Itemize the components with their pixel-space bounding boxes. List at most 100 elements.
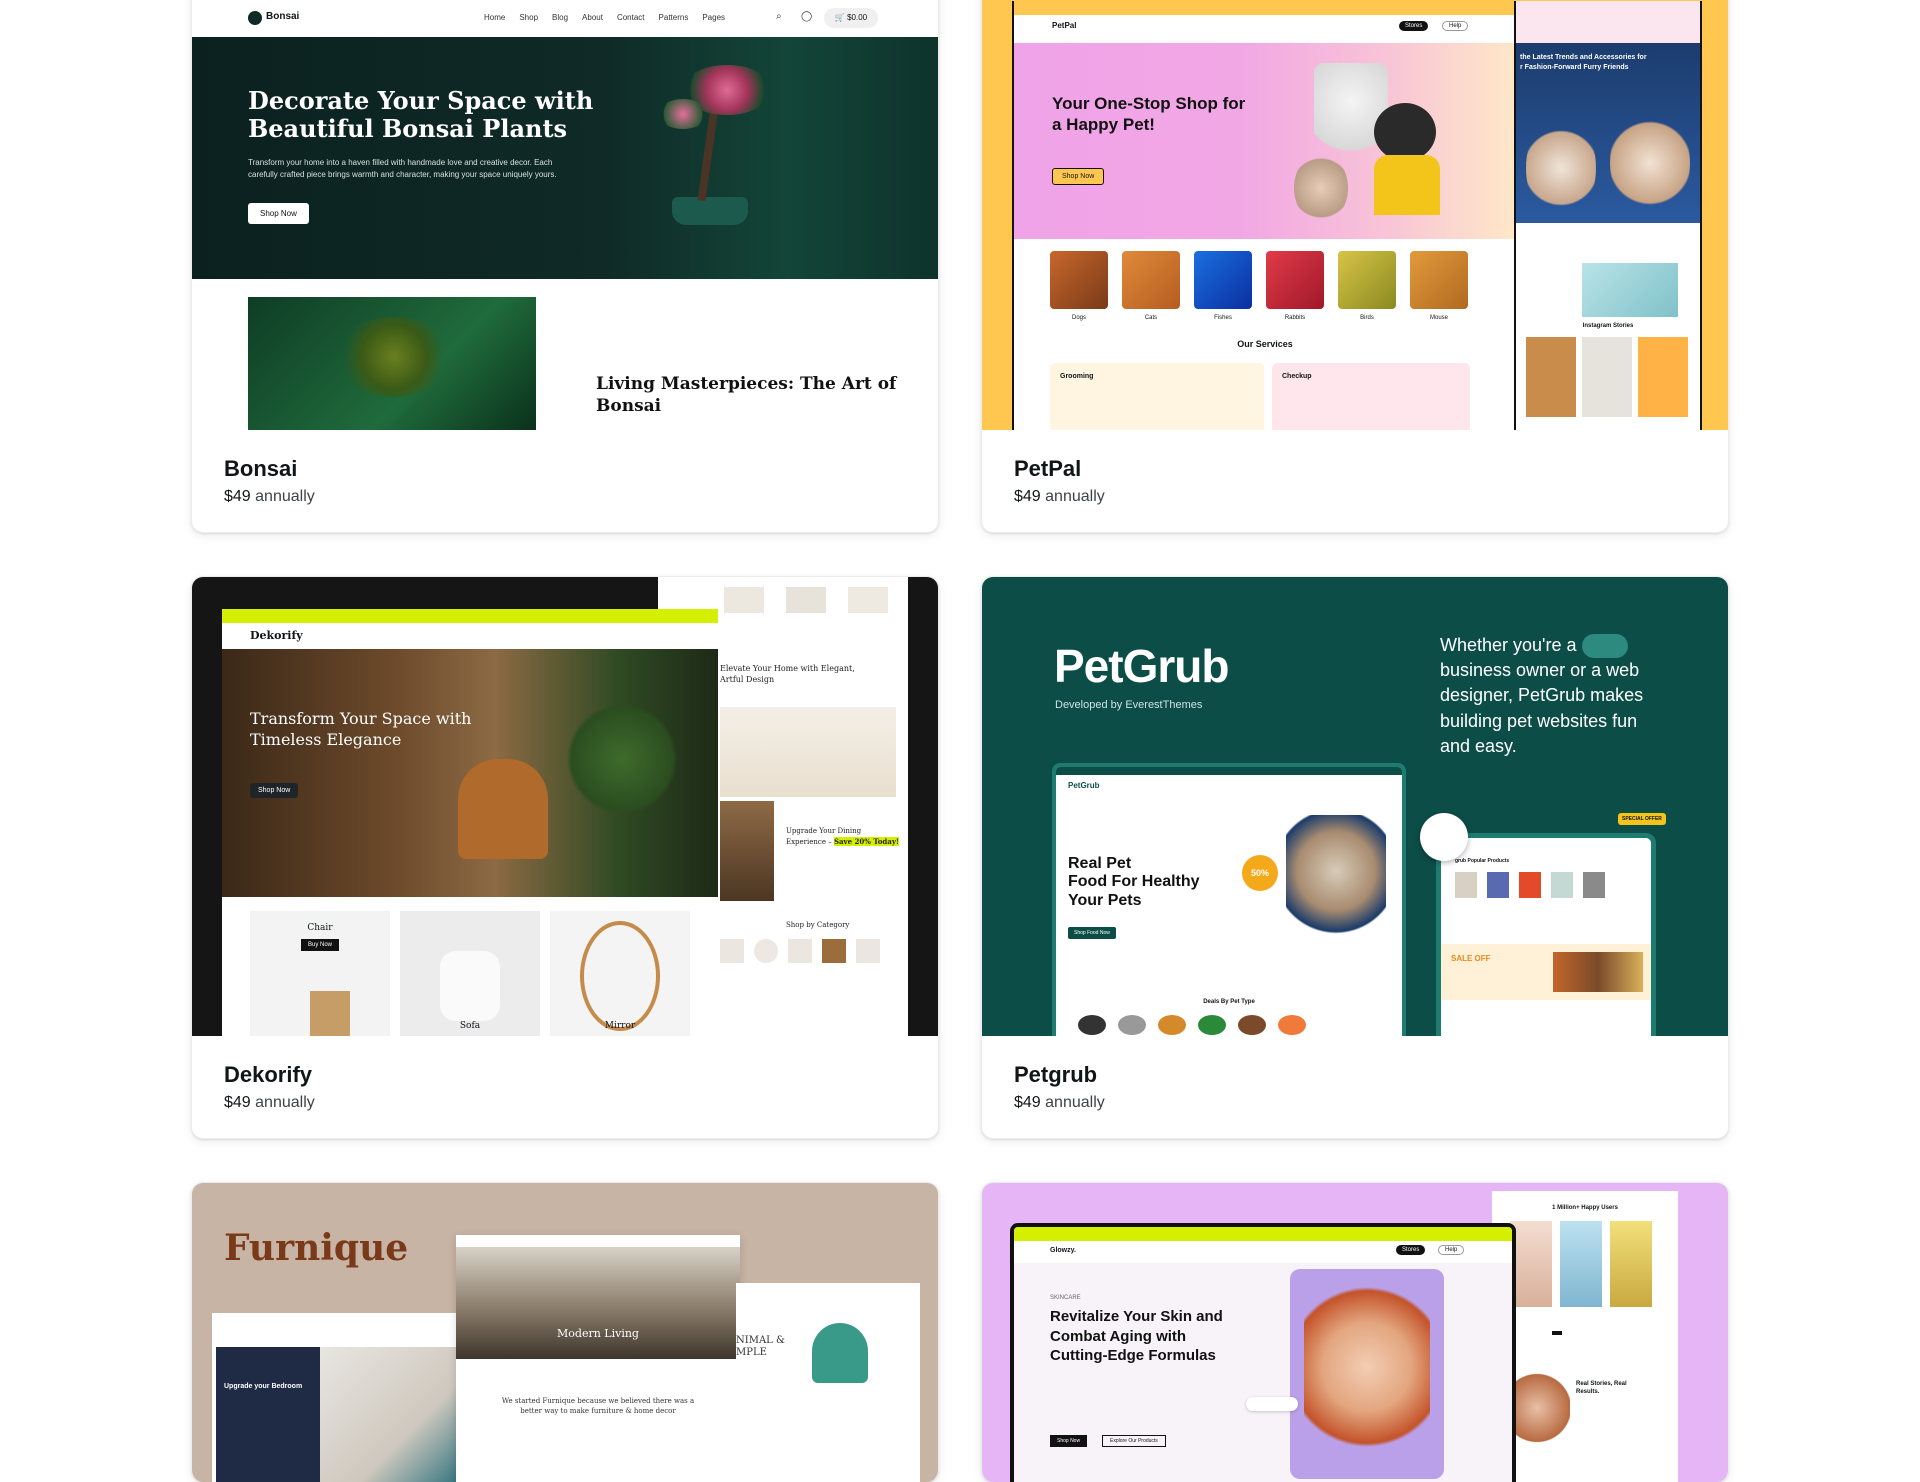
promo-bar (222, 609, 718, 623)
theme-card-petgrub[interactable]: PetGrub Developed by EverestThemes Wheth… (981, 576, 1729, 1139)
category-label: Birds (1360, 315, 1374, 321)
screen-title-line-2: Food For Healthy (1068, 873, 1200, 891)
pet-type-image (1238, 1015, 1266, 1035)
section-title-line-1: Living Masterpieces: The Art of (596, 374, 897, 394)
preview-hero: Transform Your Space with Timeless Elega… (222, 649, 718, 897)
theme-card-furnique[interactable]: Furnique Upgrade your Bedroom Modern Liv… (191, 1182, 939, 1482)
screen-title-line-3: Your (1068, 891, 1104, 909)
nav-blog: Blog (552, 13, 569, 22)
bonsai-section-image (334, 317, 454, 397)
category-row: Dogs Cats Fishes Rabbits Birds Mouse (1050, 251, 1468, 321)
theme-name[interactable]: Dekorify (224, 1062, 906, 1088)
preview-logo: Dekorify (250, 629, 303, 642)
theme-card-petpal[interactable]: PetPal Stores Help Your One-Stop Shop fo… (981, 0, 1729, 533)
sofa-image (440, 951, 500, 1021)
theme-price: $49 annually (1014, 1094, 1696, 1112)
side-title-line-1: Elevate Your Home with Elegant, (720, 664, 855, 673)
hero-title-line-1: Revitalize Your Skin and (1050, 1308, 1223, 1325)
instagram-row (1526, 337, 1688, 417)
instagram-post-image (1638, 337, 1688, 417)
theme-price: $49 annually (224, 488, 906, 506)
product-image (1519, 872, 1541, 898)
sale-banner: SALE OFF (1441, 944, 1651, 1000)
price-amount: $49 (224, 1094, 251, 1111)
theme-preview-bonsai[interactable]: Bonsai Home Shop Blog About Contact Patt… (192, 0, 938, 430)
theme-preview-glowzy[interactable]: 1 Million+ Happy Users Real Stories, Rea… (982, 1183, 1728, 1482)
category-label: Cats (1144, 315, 1158, 321)
side-hero: the Latest Trends and Accessories for r … (1516, 43, 1700, 223)
instagram-post-image (1526, 337, 1576, 417)
tagline-line-2: business owner or a web (1440, 660, 1640, 681)
theme-preview-petgrub[interactable]: PetGrub Developed by EverestThemes Wheth… (982, 577, 1728, 1036)
product-image (1487, 872, 1509, 898)
hero-shop-button: Shop Now (248, 203, 309, 224)
theme-name[interactable]: PetPal (1014, 456, 1696, 482)
side-hero-title: the Latest Trends and Accessories for r … (1516, 43, 1700, 73)
category-label: Dogs (1071, 315, 1086, 321)
theme-preview-petpal[interactable]: PetPal Stores Help Your One-Stop Shop fo… (982, 0, 1728, 430)
hero-title-line-2: Timeless Elegance (250, 729, 402, 749)
user-faces-row (1510, 1221, 1652, 1307)
story-line-2: better way to make furniture & home deco… (520, 1406, 676, 1415)
category-image (754, 939, 778, 963)
theme-price: $49 annually (224, 1094, 906, 1112)
side-text-line-2: MPLE (736, 1347, 767, 1358)
theme-preview-dekorify[interactable]: Elevate Your Home with Elegant, Artful D… (192, 577, 938, 1036)
side-title-line-2: Artful Design (720, 675, 775, 685)
deals-row (1078, 1015, 1306, 1035)
stores-button: Stores (1396, 1245, 1426, 1255)
theme-card-dekorify[interactable]: Elevate Your Home with Elegant, Artful D… (191, 576, 939, 1139)
cat-image (1294, 153, 1348, 223)
preview-logo: Bonsai (266, 11, 300, 22)
parrot-avatar-image (1420, 813, 1468, 861)
theme-name[interactable]: Petgrub (1014, 1062, 1696, 1088)
dining-title: Upgrade Your Dining Experience – Save 20… (786, 827, 899, 848)
theme-meta: PetPal $49 annually (982, 430, 1728, 532)
bonsai-pot-image (672, 197, 748, 225)
center-title: Modern Living (557, 1327, 639, 1340)
preview-hero: Your One-Stop Shop for a Happy Pet! Shop… (1014, 43, 1516, 239)
category-image (1338, 251, 1396, 309)
pet-type-image (1078, 1015, 1106, 1035)
dining-image (720, 801, 774, 901)
hero-text: Transform your home into a haven filled … (248, 157, 557, 181)
tagline: Whether you're a business owner or a web… (1440, 633, 1643, 759)
product-image (1551, 872, 1573, 898)
category-birds: Birds (1338, 251, 1396, 321)
price-amount: $49 (1014, 488, 1041, 505)
buy-now-button: Buy Now (301, 939, 339, 951)
theme-card-glowzy[interactable]: 1 Million+ Happy Users Real Stories, Rea… (981, 1182, 1729, 1482)
promo-bar (1014, 1, 1516, 15)
hero-title: Transform Your Space with Timeless Elega… (250, 709, 471, 751)
theme-meta: Dekorify $49 annually (192, 1036, 938, 1138)
service-title: Checkup (1282, 373, 1312, 380)
hero-title-line-2: Combat Aging with (1050, 1327, 1187, 1345)
promo-bar (1014, 1227, 1512, 1241)
screen-title-line-4: Pets (1107, 891, 1142, 909)
category-image (1410, 251, 1468, 309)
screen-title-line-1: Real Pet (1068, 855, 1132, 872)
cart-pill: 🛒 $0.00 (824, 8, 878, 28)
nav-pages: Pages (702, 13, 726, 22)
stores-button: Stores (1399, 21, 1429, 31)
category-image (822, 939, 846, 963)
banner-panel: Upgrade your Bedroom (216, 1347, 320, 1482)
hero-title-line-1: Decorate Your Space with (248, 86, 594, 115)
instagram-post-image (1582, 337, 1632, 417)
theme-preview-furnique[interactable]: Furnique Upgrade your Bedroom Modern Liv… (192, 1183, 938, 1482)
theme-name[interactable]: Bonsai (224, 456, 906, 482)
side-top-products (1516, 1, 1700, 43)
tagline-line-3: designer, PetGrub makes (1440, 685, 1644, 706)
stories-title: Real Stories, Real Results. (1576, 1381, 1627, 1397)
pet-type-image (1278, 1015, 1306, 1035)
nav-contact: Contact (616, 13, 645, 22)
plant-image (562, 689, 682, 829)
story-text: We started Furnique because we believed … (456, 1397, 740, 1417)
preview-side-screen: the Latest Trends and Accessories for r … (1514, 1, 1702, 430)
popular-title: grub Popular Products (1455, 858, 1510, 864)
tagline-line-5: and easy. (1440, 735, 1517, 756)
woman-dog-image (1286, 815, 1386, 955)
category-mouse: Mouse (1410, 251, 1468, 321)
category-image (1122, 251, 1180, 309)
theme-card-bonsai[interactable]: Bonsai Home Shop Blog About Contact Patt… (191, 0, 939, 533)
